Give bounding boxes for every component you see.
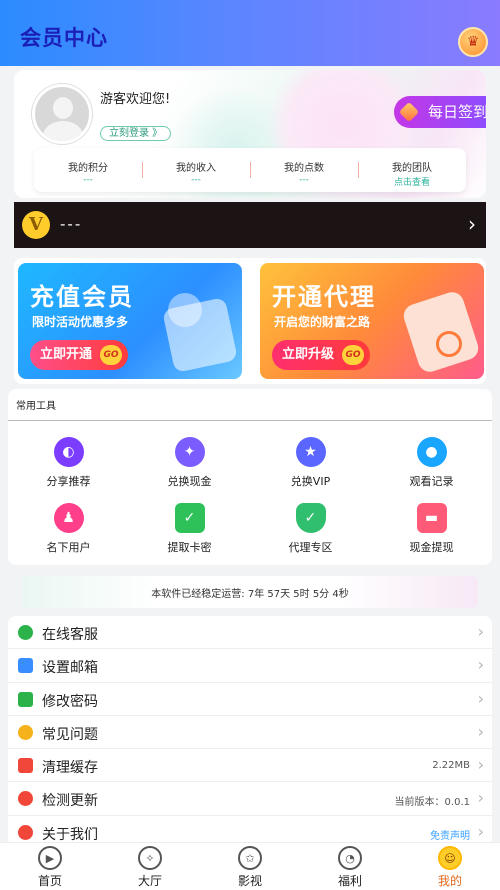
vip-bar[interactable]: V --- › [14, 202, 486, 248]
gem-icon [398, 101, 420, 123]
stat-points[interactable]: 我的积分 --- [34, 148, 142, 192]
cache-size: 2.22MB [432, 760, 470, 772]
menu-set-email[interactable]: 设置邮箱 › [8, 649, 492, 683]
star-icon: ★ [295, 437, 326, 467]
tab-mine[interactable]: ☺ 我的 [400, 843, 500, 890]
vip-status-text: --- [60, 215, 83, 233]
bag-icon: ✓ [174, 503, 205, 533]
fish-icon: ✦ [174, 437, 205, 467]
chevron-right-icon: › [477, 821, 484, 841]
tool-cash-withdraw[interactable]: ▬ 现金提现 [371, 503, 492, 555]
chevron-right-icon: › [477, 755, 484, 775]
card-icon: ▬ [416, 503, 447, 533]
tool-exchange-vip[interactable]: ★ 兑换VIP [250, 437, 371, 489]
smile-icon: ☺ [438, 846, 462, 870]
lock-icon [18, 691, 33, 707]
open-now-button[interactable]: 立即开通 GO [30, 340, 129, 370]
bottom-tab-bar: ▶ 首页 ✧ 大厅 ✩ 影视 ◔ 福利 ☺ 我的 [0, 842, 500, 890]
tab-movies[interactable]: ✩ 影视 [200, 843, 300, 890]
chevron-right-icon: › [477, 688, 484, 708]
tab-hall[interactable]: ✧ 大厅 [100, 843, 200, 890]
compass-icon: ✧ [138, 846, 162, 870]
menu-change-password[interactable]: 修改密码 › [8, 683, 492, 716]
film-icon: ✩ [238, 846, 262, 870]
upgrade-now-button[interactable]: 立即升级 GO [272, 340, 371, 370]
stat-credits[interactable]: 我的点数 --- [250, 148, 358, 192]
common-tools-panel: 常用工具 ◐ 分享推荐 ✦ 兑换现金 ★ 兑换VIP ● 观看记录 ♟ 名下用户… [8, 389, 492, 565]
play-icon: ▶ [38, 846, 62, 870]
about-icon [18, 824, 33, 840]
runtime-text: 本软件已经稳定运营: 7年 57天 5时 5分 4秒 [151, 589, 349, 600]
avatar[interactable] [32, 84, 92, 144]
stat-team[interactable]: 我的团队 点击查看 [358, 148, 466, 192]
chevron-right-icon: › [477, 721, 484, 741]
daily-signin-button[interactable]: 每日签到 [394, 96, 486, 128]
open-agent-card[interactable]: 开通代理 开启您的财富之路 立即升级 GO [260, 263, 484, 379]
menu-clear-cache[interactable]: 清理缓存 2.22MB › [8, 749, 492, 783]
runtime-banner: 本软件已经稳定运营: 7年 57天 5时 5分 4秒 [22, 576, 478, 608]
page-title: 会员中心 [20, 26, 108, 50]
chevron-right-icon: › [468, 212, 476, 236]
share-icon: ◐ [53, 437, 84, 467]
pacman-icon: ◔ [338, 846, 362, 870]
question-icon [18, 724, 33, 740]
stat-income[interactable]: 我的收入 --- [142, 148, 250, 192]
header: 会员中心 ♛ [0, 0, 500, 66]
tab-home[interactable]: ▶ 首页 [0, 843, 100, 890]
menu-faq[interactable]: 常见问题 › [8, 716, 492, 750]
gift-icon [162, 297, 238, 373]
promo-section: 充值会员 限时活动优惠多多 立即开通 GO 开通代理 开启您的财富之路 立即升级… [14, 258, 486, 384]
menu-check-update[interactable]: 检测更新 当前版本：0.0.1 › [8, 782, 492, 816]
disclaimer-link[interactable]: 免责声明 [430, 827, 470, 842]
menu-online-service[interactable]: 在线客服 › [8, 616, 492, 650]
trash-icon [18, 758, 33, 774]
tool-extract-card[interactable]: ✓ 提取卡密 [129, 503, 250, 555]
chevron-right-icon: › [477, 788, 484, 808]
download-icon [18, 791, 33, 807]
login-button[interactable]: 立刻登录 》 [100, 126, 172, 141]
welcome-text: 游客欢迎您! [100, 92, 171, 107]
tool-watch-history[interactable]: ● 观看记录 [371, 437, 492, 489]
wechat-icon [18, 625, 33, 640]
crown-icon[interactable]: ♛ [458, 27, 488, 57]
camera-icon: ● [416, 437, 447, 467]
chevron-right-icon: › [477, 622, 484, 641]
mail-icon [18, 658, 33, 674]
vip-badge-icon: V [22, 211, 50, 239]
shield-icon: ✓ [295, 503, 326, 533]
current-version: 当前版本：0.0.1 [394, 797, 470, 809]
chevron-right-icon: › [477, 655, 484, 675]
settings-menu: 在线客服 › 设置邮箱 › 修改密码 › 常见问题 › 清理缓存 2.22MB … [8, 616, 492, 846]
recharge-vip-card[interactable]: 充值会员 限时活动优惠多多 立即开通 GO [18, 263, 242, 379]
tool-my-users[interactable]: ♟ 名下用户 [8, 503, 129, 555]
tool-share[interactable]: ◐ 分享推荐 [8, 437, 129, 489]
stats-panel: 我的积分 --- 我的收入 --- 我的点数 --- 我的团队 点击查看 [34, 148, 466, 192]
tools-title: 常用工具 [16, 401, 56, 412]
phone-icon [400, 289, 482, 375]
tool-exchange-cash[interactable]: ✦ 兑换现金 [129, 437, 250, 489]
tool-agent-zone[interactable]: ✓ 代理专区 [250, 503, 371, 555]
user-icon: ♟ [53, 503, 84, 533]
tab-welfare[interactable]: ◔ 福利 [300, 843, 400, 890]
